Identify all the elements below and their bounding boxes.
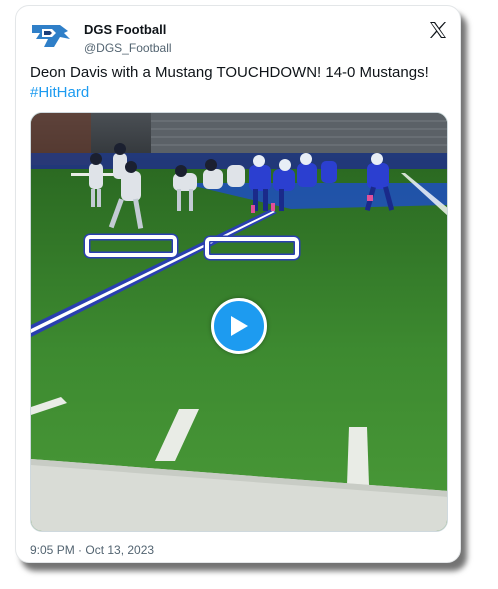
account-name[interactable]: DGS Football — [84, 22, 166, 37]
account-handle[interactable]: @DGS_Football — [84, 41, 172, 55]
x-logo-icon[interactable] — [428, 20, 448, 40]
tweet-body: Deon Davis with a Mustang TOUCHDOWN! 14-… — [30, 64, 429, 81]
tweet-header: DGS Football @DGS_Football — [30, 16, 448, 56]
tweet-text: Deon Davis with a Mustang TOUCHDOWN! 14-… — [30, 63, 440, 103]
play-button[interactable] — [211, 298, 267, 354]
video-player[interactable] — [30, 112, 448, 532]
tweet-card[interactable]: DGS Football @DGS_Football Deon Davis wi… — [15, 5, 461, 563]
tweet-timestamp[interactable]: 9:05 PM · Oct 13, 2023 — [30, 543, 154, 557]
mustang-logo-icon[interactable] — [30, 18, 72, 54]
hashtag-link[interactable]: #HitHard — [30, 84, 89, 101]
play-icon — [231, 316, 248, 336]
